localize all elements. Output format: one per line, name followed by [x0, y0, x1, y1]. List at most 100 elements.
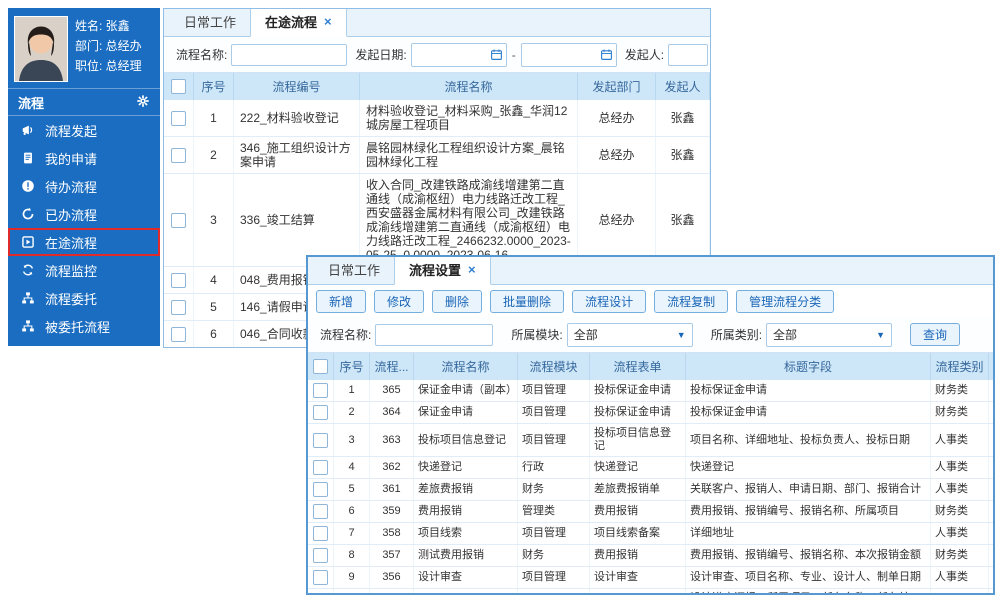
table-row[interactable]: 3 336_竣工结算 收入合同_改建铁路成渝线增建第二直通线（成渝枢纽）电力线路… [164, 174, 710, 267]
calendar-icon[interactable] [600, 48, 613, 61]
table-row[interactable]: 1 222_材料验收登记 材料验收登记_材料采购_张鑫_华润12城房屋工程项目 … [164, 100, 710, 137]
row-checkbox[interactable] [313, 548, 328, 563]
sidebar-item-process-start[interactable]: 流程发起 [8, 116, 160, 144]
tab-in-transit[interactable]: 在途流程 × [250, 8, 347, 37]
process-section-header: 流程 [8, 89, 160, 116]
close-icon[interactable]: × [468, 265, 476, 275]
close-icon[interactable]: × [324, 17, 332, 27]
cell-id: 359 [370, 501, 414, 522]
cell-id: 364 [370, 402, 414, 423]
cell-seq: 9 [334, 567, 370, 588]
row-checkbox[interactable] [313, 526, 328, 541]
screen: 姓名: 张鑫 部门: 总经办 职位: 总经理 流程 流程发起 [0, 0, 1000, 600]
cell-dept: 总经办 [578, 137, 656, 173]
row-checkbox[interactable] [171, 273, 186, 288]
delete-button[interactable]: 删除 [432, 290, 482, 313]
sidebar-item-in-transit-processes[interactable]: 在途流程 [8, 228, 160, 256]
initiator-input[interactable] [668, 44, 708, 66]
cell-module: 项目管理 [518, 567, 590, 588]
row-checkbox[interactable] [313, 383, 328, 398]
sidebar-item-pending-processes[interactable]: 待办流程 [8, 172, 160, 200]
process-copy-button[interactable]: 流程复制 [654, 290, 728, 313]
row-checkbox[interactable] [313, 460, 328, 475]
tab-process-settings[interactable]: 流程设置 × [394, 255, 491, 285]
date-to-input[interactable] [521, 43, 617, 67]
table-row[interactable]: 5 361 差旅费报销 财务 差旅费报销单 关联客户、报销人、申请日期、部门、报… [308, 479, 993, 501]
table-row[interactable]: 8 357 测试费用报销 财务 费用报销 费用报销、报销编号、报销名称、本次报销… [308, 545, 993, 567]
cell-module: 项目管理 [518, 424, 590, 456]
table-row[interactable]: 3 363 投标项目信息登记 项目管理 投标项目信息登记 项目名称、详细地址、投… [308, 424, 993, 457]
select-all-checkbox[interactable] [171, 79, 186, 94]
row-checkbox[interactable] [313, 504, 328, 519]
profile-dept: 部门: 总经办 [75, 36, 142, 56]
row-checkbox[interactable] [171, 300, 186, 315]
sidebar-item-completed-processes[interactable]: 已办流程 [8, 200, 160, 228]
calendar-icon[interactable] [490, 48, 503, 61]
cell-module: 项目管理 [518, 380, 590, 401]
table-row[interactable]: 7 358 项目线索 项目管理 项目线索备案 详细地址 人事类 [308, 523, 993, 545]
process-name-label: 流程名称: [176, 46, 227, 63]
sidebar-item-label: 已办流程 [45, 205, 97, 224]
module-select[interactable]: 全部 ▼ [567, 323, 693, 347]
chevron-down-icon: ▼ [677, 330, 686, 340]
cell-seq: 7 [334, 523, 370, 544]
add-button[interactable]: 新增 [316, 290, 366, 313]
cell-module: 项目管理 [518, 523, 590, 544]
sidebar-item-process-monitor[interactable]: 流程监控 [8, 256, 160, 284]
cell-seq: 4 [334, 457, 370, 478]
table-row[interactable]: 9 356 设计审查 项目管理 设计审查 设计审查、项目名称、专业、设计人、制单… [308, 567, 993, 589]
row-checkbox[interactable] [313, 433, 328, 448]
table-row[interactable]: 2 364 保证金申请 项目管理 投标保证金申请 投标保证金申请 财务类 [308, 402, 993, 424]
cell-id: 365 [370, 380, 414, 401]
manage-category-button[interactable]: 管理流程分类 [736, 290, 834, 313]
cell-form: 差旅费报销单 [590, 479, 686, 500]
tab-label: 日常工作 [184, 15, 236, 30]
process-name-input[interactable] [231, 44, 347, 66]
row-checkbox[interactable] [171, 111, 186, 126]
row-checkbox[interactable] [313, 405, 328, 420]
tab-daily-work[interactable]: 日常工作 [170, 8, 250, 36]
table-row[interactable]: 10 355 设计进度汇报 项目管理 设计进度汇报 设计进度汇报、所属项目、任务… [308, 589, 993, 595]
section-title: 流程 [18, 93, 44, 112]
date-from-input[interactable] [411, 43, 507, 67]
date-to-field[interactable] [526, 47, 600, 63]
table-row[interactable]: 1 365 保证金申请（副本） 项目管理 投标保证金申请 投标保证金申请 财务类 [308, 380, 993, 402]
sidebar-item-label: 我的申请 [45, 149, 97, 168]
cell-form: 设计进度汇报 [590, 589, 686, 595]
sidebar-item-process-delegation[interactable]: 流程委托 [8, 284, 160, 312]
cell-form: 投标保证金申请 [590, 380, 686, 401]
sidebar-item-my-applications[interactable]: 我的申请 [8, 144, 160, 172]
category-label: 所属类别: [711, 326, 762, 343]
cell-module: 行政 [518, 457, 590, 478]
row-checkbox[interactable] [171, 148, 186, 163]
select-all-checkbox[interactable] [313, 359, 328, 374]
date-from-field[interactable] [416, 47, 490, 63]
tab-daily-work[interactable]: 日常工作 [314, 256, 394, 284]
cell-id: 362 [370, 457, 414, 478]
cell-code: 222_材料验收登记 [234, 100, 360, 136]
sidebar-item-delegated-processes[interactable]: 被委托流程 [8, 312, 160, 340]
col-seq: 序号 [334, 353, 370, 380]
category-select[interactable]: 全部 ▼ [766, 323, 892, 347]
cell-id: 357 [370, 545, 414, 566]
tab-bar: 日常工作 流程设置 × [308, 257, 993, 285]
profile-title: 职位: 总经理 [75, 56, 142, 76]
gear-icon[interactable] [136, 94, 150, 111]
table-row[interactable]: 6 359 费用报销 管理类 费用报销 费用报销、报销编号、报销名称、所属项目 … [308, 501, 993, 523]
edit-button[interactable]: 修改 [374, 290, 424, 313]
avatar [14, 16, 68, 82]
process-design-button[interactable]: 流程设计 [572, 290, 646, 313]
table-row[interactable]: 4 362 快递登记 行政 快递登记 快递登记 人事类 [308, 457, 993, 479]
tab-label: 流程设置 [409, 260, 461, 279]
row-checkbox[interactable] [313, 570, 328, 585]
process-name-label: 流程名称: [320, 326, 371, 343]
row-checkbox[interactable] [171, 327, 186, 342]
query-button[interactable]: 查询 [910, 323, 960, 346]
row-checkbox[interactable] [313, 482, 328, 497]
table-row[interactable]: 2 346_施工组织设计方案申请 晨铭园林绿化工程组织设计方案_晨铭园林绿化工程… [164, 137, 710, 174]
row-checkbox[interactable] [171, 213, 186, 228]
col-form: 流程表单 [590, 353, 686, 380]
batch-delete-button[interactable]: 批量删除 [490, 290, 564, 313]
process-name-input[interactable] [375, 324, 493, 346]
cell-title: 费用报销、报销编号、报销名称、本次报销金额 [686, 545, 931, 566]
